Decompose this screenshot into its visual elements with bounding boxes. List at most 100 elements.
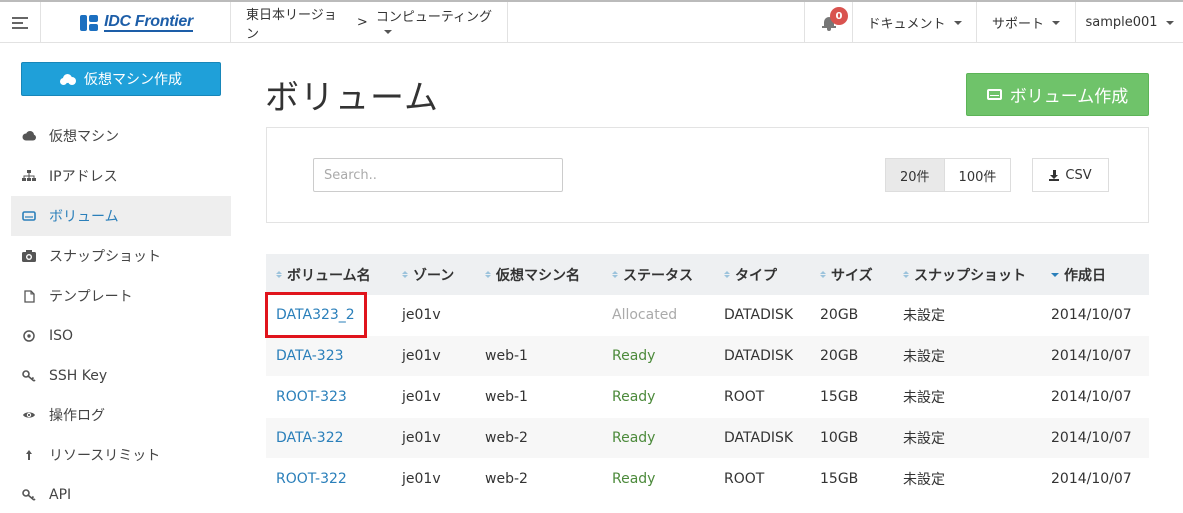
created-cell: 2014/10/07 — [1051, 430, 1132, 446]
chevron-down-icon — [953, 20, 962, 25]
chevron-down-icon — [383, 30, 392, 34]
snapshot-cell: 未設定 — [903, 390, 945, 406]
sidebar-item-iso[interactable]: ISO — [11, 316, 231, 356]
vm-cell: web-1 — [485, 389, 528, 405]
volume-name-link[interactable]: ROOT-323 — [276, 389, 347, 405]
column-header-label: 作成日 — [1064, 267, 1106, 284]
created-cell: 2014/10/07 — [1051, 307, 1132, 323]
sidebar-item-label: スナップショット — [49, 249, 161, 265]
column-header-label: サイズ — [831, 267, 873, 284]
snapshot-cell: 未設定 — [903, 431, 945, 447]
logo[interactable]: IDC Frontier — [41, 2, 231, 43]
sort-icon — [820, 271, 826, 278]
page-title: ボリューム — [265, 78, 439, 118]
per-page-group: 20件 100件 — [885, 158, 1012, 192]
sidebar-item-label: テンプレート — [49, 289, 133, 305]
vm-cell: web-2 — [485, 471, 528, 487]
hdd-icon — [22, 209, 36, 223]
table-row: ROOT-323 je01v web-1 Ready ROOT 15GB 未設定… — [266, 377, 1149, 418]
csv-download-button[interactable]: CSV — [1032, 158, 1109, 192]
sidebar-item-label: ISO — [49, 328, 74, 344]
sidebar-item-operation-log[interactable]: 操作ログ — [11, 395, 231, 435]
sidebar-item-resource-limit[interactable]: リソースリミット — [11, 435, 231, 475]
volume-name-link[interactable]: DATA-323 — [276, 348, 344, 364]
filter-toolbar: 20件 100件 CSV — [266, 127, 1149, 223]
sort-icon — [724, 271, 730, 278]
column-header-label: ゾーン — [413, 267, 455, 284]
support-dropdown[interactable]: サポート — [977, 2, 1076, 43]
eye-icon — [22, 408, 36, 422]
zone-cell: je01v — [402, 307, 441, 323]
menu-toggle-button[interactable] — [0, 2, 41, 43]
per-page-100-button[interactable]: 100件 — [944, 158, 1012, 192]
sidebar-item-volume[interactable]: ボリューム — [11, 196, 231, 236]
create-vm-button[interactable]: 仮想マシン作成 — [21, 62, 221, 96]
sidebar-item-label: 仮想マシン — [49, 129, 119, 145]
top-navbar: IDC Frontier 東日本リージョン > コンピューティング 0 ドキュメ… — [0, 0, 1183, 43]
sidebar-item-ip[interactable]: IPアドレス — [11, 156, 231, 196]
column-header-size[interactable]: サイズ — [810, 254, 893, 295]
volume-name-link[interactable]: ROOT-322 — [276, 471, 347, 487]
sidebar-item-label: 操作ログ — [49, 408, 105, 424]
support-label: サポート — [991, 17, 1044, 32]
file-icon — [22, 289, 36, 303]
search-input[interactable] — [313, 158, 563, 192]
vm-cell — [475, 295, 602, 335]
size-cell: 15GB — [820, 389, 859, 405]
logo-text: IDC Frontier — [104, 13, 193, 32]
column-header-vm[interactable]: 仮想マシン名 — [475, 254, 602, 295]
sidebar-item-ssh-key[interactable]: SSH Key — [11, 356, 231, 396]
volume-name-link[interactable]: DATA-322 — [276, 430, 344, 446]
snapshot-cell: 未設定 — [903, 308, 945, 324]
sidebar-item-label: ボリューム — [49, 209, 119, 225]
user-label: sample001 — [1085, 15, 1158, 30]
breadcrumb-separator: > — [356, 15, 368, 30]
service-label: コンピューティング — [375, 9, 493, 25]
column-header-zone[interactable]: ゾーン — [392, 254, 475, 295]
column-header-status[interactable]: ステータス — [602, 254, 714, 295]
created-cell: 2014/10/07 — [1051, 348, 1132, 364]
key-icon — [22, 488, 36, 502]
camera-icon — [22, 249, 36, 263]
create-volume-label: ボリューム作成 — [1009, 87, 1129, 107]
zone-cell: je01v — [402, 348, 441, 364]
cloud-icon — [22, 129, 36, 143]
volume-name-link[interactable]: DATA323_2 — [276, 307, 355, 323]
column-header-created[interactable]: 作成日 — [1051, 254, 1149, 295]
sort-icon — [612, 271, 618, 278]
sidebar-item-vm[interactable]: 仮想マシン — [11, 116, 231, 156]
sidebar-item-label: IPアドレス — [49, 169, 118, 185]
notification-button[interactable]: 0 — [804, 2, 853, 43]
column-header-label: 仮想マシン名 — [496, 267, 580, 284]
sidebar-item-snapshot[interactable]: スナップショット — [11, 236, 231, 276]
size-cell: 10GB — [820, 430, 859, 446]
docs-label: ドキュメント — [867, 17, 946, 32]
status-cell: Ready — [612, 348, 656, 364]
size-cell: 15GB — [820, 471, 859, 487]
sidebar-item-template[interactable]: テンプレート — [11, 276, 231, 316]
service-dropdown[interactable]: コンピューティング — [376, 6, 507, 40]
create-volume-button[interactable]: ボリューム作成 — [966, 73, 1149, 116]
column-header-type[interactable]: タイプ — [714, 254, 810, 295]
notification-badge: 0 — [830, 7, 848, 25]
sitemap-icon — [22, 169, 36, 183]
type-cell: DATADISK — [724, 307, 794, 323]
user-dropdown[interactable]: sample001 — [1076, 2, 1183, 43]
sort-desc-icon — [1051, 272, 1059, 277]
hdd-icon — [986, 89, 1002, 100]
hamburger-icon — [12, 14, 28, 32]
size-cell: 20GB — [820, 307, 859, 323]
cloud-icon — [60, 73, 76, 85]
column-header-name[interactable]: ボリューム名 — [266, 254, 392, 295]
arrow-up-icon — [22, 448, 36, 462]
docs-dropdown[interactable]: ドキュメント — [853, 2, 977, 43]
sidebar-item-api[interactable]: API — [11, 475, 231, 513]
status-cell: Ready — [612, 471, 656, 487]
type-cell: ROOT — [724, 471, 765, 487]
status-cell: Ready — [612, 430, 656, 446]
column-header-snapshot[interactable]: スナップショット — [893, 254, 1051, 295]
created-cell: 2014/10/07 — [1051, 471, 1132, 487]
per-page-20-button[interactable]: 20件 — [885, 158, 945, 192]
region-link[interactable]: 東日本リージョン — [246, 4, 349, 42]
table-row: DATA323_2 je01v Allocated DATADISK 20GB … — [266, 295, 1149, 336]
